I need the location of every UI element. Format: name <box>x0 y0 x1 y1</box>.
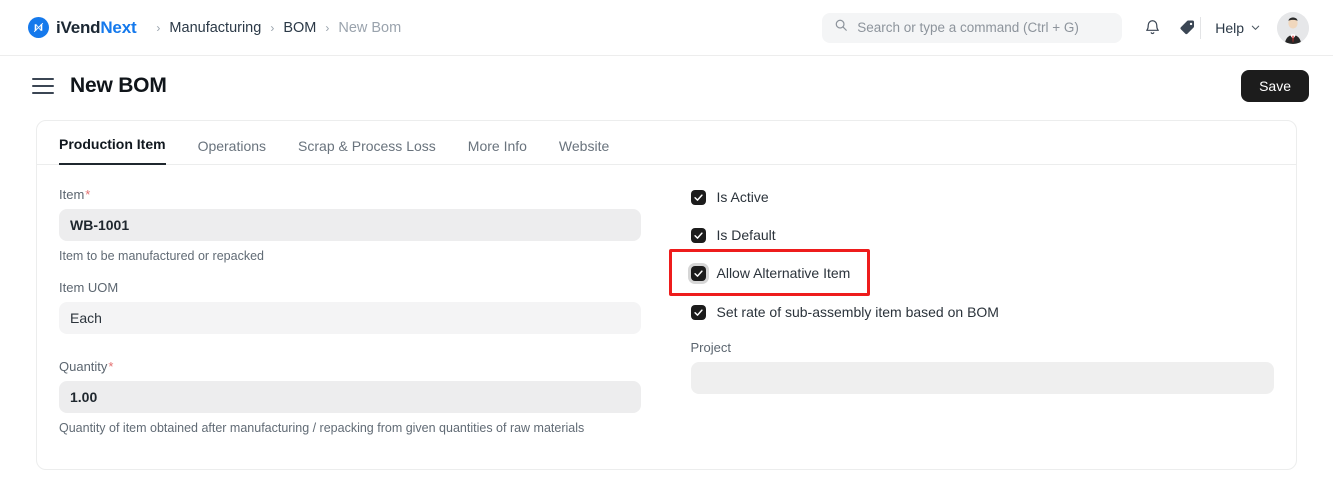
save-button[interactable]: Save <box>1241 70 1309 102</box>
item-label-text: Item <box>59 187 85 202</box>
search-placeholder: Search or type a command (Ctrl + G) <box>857 20 1079 35</box>
avatar[interactable] <box>1277 11 1309 44</box>
quantity-hint: Quantity of item obtained after manufact… <box>59 421 585 435</box>
breadcrumb-item-manufacturing[interactable]: Manufacturing <box>169 20 261 36</box>
navbar-icon-group <box>1144 19 1196 36</box>
brand-logo[interactable]: iVendNext <box>28 17 137 38</box>
breadcrumb-item-new-bom: New Bom <box>338 19 402 36</box>
required-asterisk: * <box>85 187 91 202</box>
navbar-divider <box>1200 16 1202 39</box>
quantity-field: Quantity* 1.00 Quantity of item obtained… <box>59 359 641 435</box>
item-field: Item* WB-1001 Item to be manufactured or… <box>59 187 641 263</box>
checkbox-label-set-rate-sub-assembly: Set rate of sub-assembly item based on B… <box>716 304 999 320</box>
bell-icon[interactable] <box>1144 19 1161 36</box>
tab-website[interactable]: Website <box>559 138 609 165</box>
item-uom-label: Item UOM <box>59 280 119 295</box>
checkbox-checked-icon <box>690 189 706 205</box>
hamburger-icon[interactable] <box>32 78 54 94</box>
right-column: Is Active Is Default Allow Alternative I… <box>667 187 1274 452</box>
breadcrumb-separator: › <box>325 20 330 35</box>
chevron-down-icon <box>1250 20 1261 36</box>
item-hint: Item to be manufactured or repacked <box>59 249 264 263</box>
quantity-label-text: Quantity <box>59 359 108 374</box>
tab-scrap-process-loss[interactable]: Scrap & Process Loss <box>298 138 436 165</box>
search-input[interactable]: Search or type a command (Ctrl + G) <box>822 12 1123 43</box>
checkbox-checked-icon <box>690 265 706 281</box>
card-body: Item* WB-1001 Item to be manufactured or… <box>37 165 1296 452</box>
hamburger-bar <box>32 85 54 87</box>
item-uom-spacer <box>59 343 641 344</box>
brand-accent: Next <box>100 17 137 37</box>
tab-operations[interactable]: Operations <box>198 138 266 165</box>
page-title: New BOM <box>70 74 167 97</box>
form-card: Production Item Operations Scrap & Proce… <box>36 120 1297 470</box>
checkbox-is-active[interactable]: Is Active <box>690 187 769 207</box>
checkbox-label-is-default: Is Default <box>716 227 776 243</box>
checkbox-checked-icon <box>690 227 706 243</box>
tab-bar: Production Item Operations Scrap & Proce… <box>37 121 1296 165</box>
tab-more-info[interactable]: More Info <box>468 138 527 165</box>
quantity-input[interactable]: 1.00 <box>59 381 641 413</box>
checkbox-set-rate-sub-assembly[interactable]: Set rate of sub-assembly item based on B… <box>690 302 999 322</box>
help-label: Help <box>1215 19 1244 36</box>
tag-icon[interactable] <box>1179 19 1196 36</box>
page-header: New BOM Save <box>0 56 1333 116</box>
tab-production-item[interactable]: Production Item <box>59 136 166 165</box>
project-input[interactable] <box>690 362 1274 394</box>
ivendnext-logo-icon <box>28 17 49 38</box>
help-menu[interactable]: Help <box>1215 20 1261 36</box>
hamburger-bar <box>32 92 54 94</box>
brand-primary: iVend <box>56 17 101 37</box>
breadcrumb-separator: › <box>156 20 161 35</box>
checkbox-is-default[interactable]: Is Default <box>690 225 776 245</box>
checkbox-label-allow-alternative-item: Allow Alternative Item <box>716 265 851 281</box>
quantity-label: Quantity* <box>59 359 641 374</box>
project-label: Project <box>690 340 731 355</box>
breadcrumb-separator: › <box>270 20 275 35</box>
item-uom-field: Item UOM Each <box>59 280 641 344</box>
breadcrumb-item-bom[interactable]: BOM <box>283 20 316 36</box>
project-field: Project <box>690 340 1274 394</box>
checkbox-allow-alternative-item[interactable]: Allow Alternative Item <box>668 249 871 296</box>
left-column: Item* WB-1001 Item to be manufactured or… <box>59 187 667 452</box>
brand-text: iVendNext <box>56 17 137 38</box>
item-label: Item* <box>59 187 641 202</box>
top-navbar: iVendNext › Manufacturing › BOM › New Bo… <box>0 0 1333 56</box>
search-icon <box>834 18 848 37</box>
item-input[interactable]: WB-1001 <box>59 209 641 241</box>
required-asterisk: * <box>108 359 114 374</box>
checkbox-label-is-active: Is Active <box>716 189 769 205</box>
checkbox-checked-icon <box>690 304 706 320</box>
item-uom-input[interactable]: Each <box>59 302 641 334</box>
breadcrumb: › Manufacturing › BOM › New Bom <box>156 20 401 36</box>
hamburger-bar <box>32 78 54 80</box>
